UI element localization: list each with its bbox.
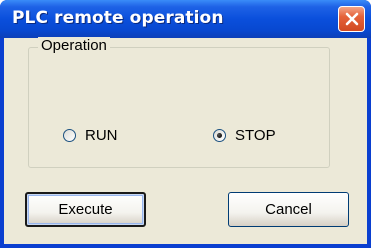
radio-selected-dot (217, 132, 222, 138)
close-icon (345, 12, 359, 26)
radio-stop-label[interactable]: STOP (235, 127, 276, 144)
cancel-button[interactable]: Cancel (228, 192, 349, 227)
operation-group-label: Operation (38, 37, 110, 54)
window-title: PLC remote operation (12, 8, 224, 28)
radio-run[interactable]: RUN (63, 124, 118, 146)
radio-run-label[interactable]: RUN (85, 127, 118, 144)
operation-groupbox (28, 47, 330, 168)
radio-run-circle[interactable] (63, 128, 76, 142)
close-button[interactable] (338, 6, 365, 32)
radio-stop-circle[interactable] (213, 128, 226, 142)
radio-stop[interactable]: STOP (213, 124, 276, 146)
title-bar[interactable]: PLC remote operation (0, 0, 371, 38)
execute-button[interactable]: Execute (25, 192, 146, 227)
